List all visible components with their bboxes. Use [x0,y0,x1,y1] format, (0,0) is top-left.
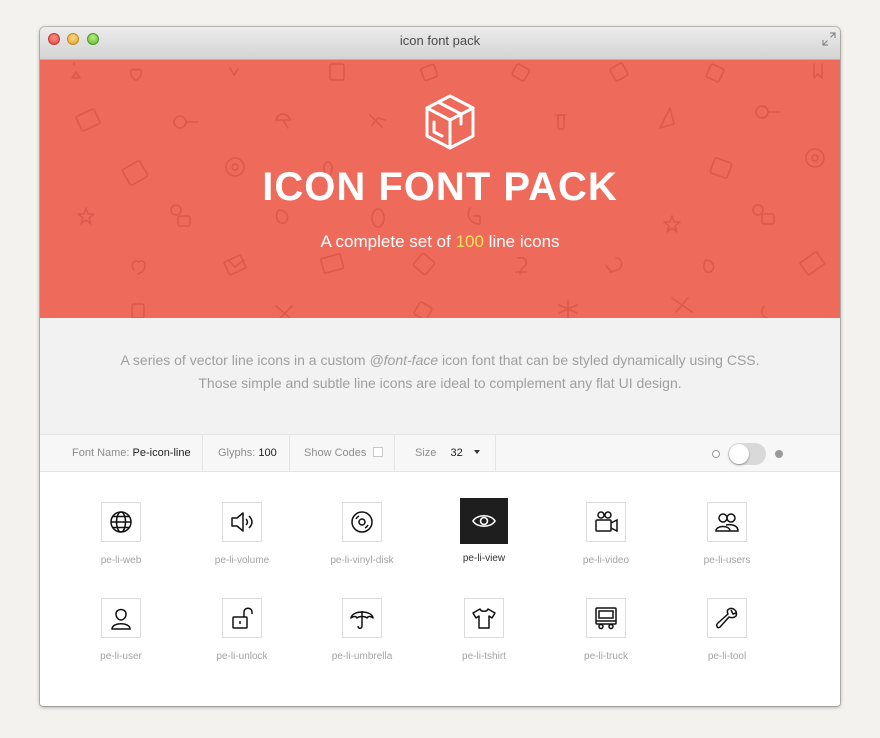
icon-label: pe-li-unlock [216,651,268,662]
icon-box[interactable] [342,598,382,638]
toolbar-divider [289,435,290,472]
icon-label: pe-li-umbrella [331,651,393,662]
show-codes-label: Show Codes [304,447,367,459]
icon-tile[interactable]: pe-li-vinyl-disk [302,502,422,566]
show-codes-checkbox[interactable] [373,447,384,457]
icon-box[interactable] [342,502,382,542]
font-name-info: Font Name: Pe-icon-line [72,435,191,472]
show-codes-toggle[interactable]: Show Codes [304,435,384,472]
icon-box[interactable] [101,598,141,638]
hero-subtitle-count: 100 [455,232,484,251]
icon-tile[interactable]: pe-li-truck [546,598,666,662]
icon-tile[interactable]: pe-li-web [61,502,181,566]
icon-grid: pe-li-web pe-li-volume pe-li-vinyl-disk … [40,472,840,706]
icon-label: pe-li-view [462,553,506,564]
globe-icon [110,511,132,533]
vinyl-disk-icon [351,511,373,533]
font-name-value: Pe-icon-line [132,447,191,459]
icon-label: pe-li-users [703,555,751,566]
icon-label: pe-li-volume [214,555,270,566]
hero-subtitle: A complete set of 100 line icons [40,232,840,252]
icon-box[interactable] [460,498,508,544]
theme-toggle[interactable] [728,443,766,465]
icon-label: pe-li-truck [584,651,628,662]
icon-box[interactable] [586,598,626,638]
hero-subtitle-suffix: line icons [483,232,560,251]
glyphs-info: Glyphs: 100 [218,435,277,472]
description-line-2: Those simple and subtle line icons are i… [198,375,682,391]
wrench-icon [715,607,738,629]
icon-box[interactable] [101,502,141,542]
size-value[interactable]: 32 [450,447,462,459]
toolbar-divider [394,435,395,472]
icon-box[interactable] [222,598,262,638]
app-window: icon font pack ICON FONT PACK A complete… [40,27,840,706]
description-section: A series of vector line icons in a custo… [40,318,840,434]
icon-box[interactable] [464,598,504,638]
icon-label: pe-li-web [100,555,142,566]
umbrella-icon [350,611,374,629]
tshirt-icon [472,608,496,629]
eye-icon [472,514,496,528]
glyphs-label: Glyphs: [218,447,256,459]
icon-label: pe-li-tool [707,651,747,662]
icon-tile[interactable]: pe-li-unlock [182,598,302,662]
glyphs-value: 100 [258,447,277,459]
size-label: Size [415,447,437,459]
unlock-icon [232,607,253,629]
hero-banner: ICON FONT PACK A complete set of 100 lin… [40,60,840,318]
window-title: icon font pack [399,33,481,48]
icon-label: pe-li-vinyl-disk [330,555,394,566]
font-name-label: Font Name: [72,447,130,459]
hero-subtitle-text: A complete set of [320,232,456,251]
icon-box[interactable] [222,502,262,542]
icon-box[interactable] [707,502,747,542]
description-line-1-text: A series of vector line icons in a custo… [120,352,370,368]
fullscreen-icon[interactable] [822,32,836,46]
toolbar-divider [202,435,203,472]
icon-tile[interactable]: pe-li-video [546,502,666,566]
box-icon [425,94,475,150]
users-icon [715,513,739,532]
icon-tile[interactable]: pe-li-umbrella [302,598,422,662]
caret-down-icon[interactable] [473,450,480,454]
description-line-1-suffix: icon font that can be styled dynamically… [438,352,760,368]
dark-mode-dot-icon [775,450,783,458]
toggle-knob[interactable] [729,444,749,464]
light-mode-dot-icon [712,450,720,458]
icon-tile[interactable]: pe-li-user [61,598,181,662]
icon-box[interactable] [586,502,626,542]
title-bar: icon font pack [40,27,840,60]
icon-tile[interactable]: pe-li-tool [667,598,787,662]
icon-tile[interactable]: pe-li-volume [182,502,302,566]
icon-box[interactable] [707,598,747,638]
options-toolbar: Font Name: Pe-icon-line Glyphs: 100 Show… [40,434,840,472]
video-camera-icon [595,511,618,533]
description-font-face: @font-face [369,352,439,368]
icon-tile-selected[interactable]: pe-li-view [424,498,544,564]
icon-label: pe-li-tshirt [462,651,506,662]
toolbar-divider [495,435,496,472]
hero-title: ICON FONT PACK [262,165,618,209]
volume-icon [231,512,253,532]
size-selector[interactable]: Size 32 [415,435,480,472]
icon-label: pe-li-user [100,651,142,662]
icon-label: pe-li-video [582,555,630,566]
icon-tile[interactable]: pe-li-tshirt [424,598,544,662]
user-icon [111,608,131,630]
truck-icon [595,607,617,630]
icon-tile[interactable]: pe-li-users [667,502,787,566]
description-line-1: A series of vector line icons in a custo… [40,352,840,368]
